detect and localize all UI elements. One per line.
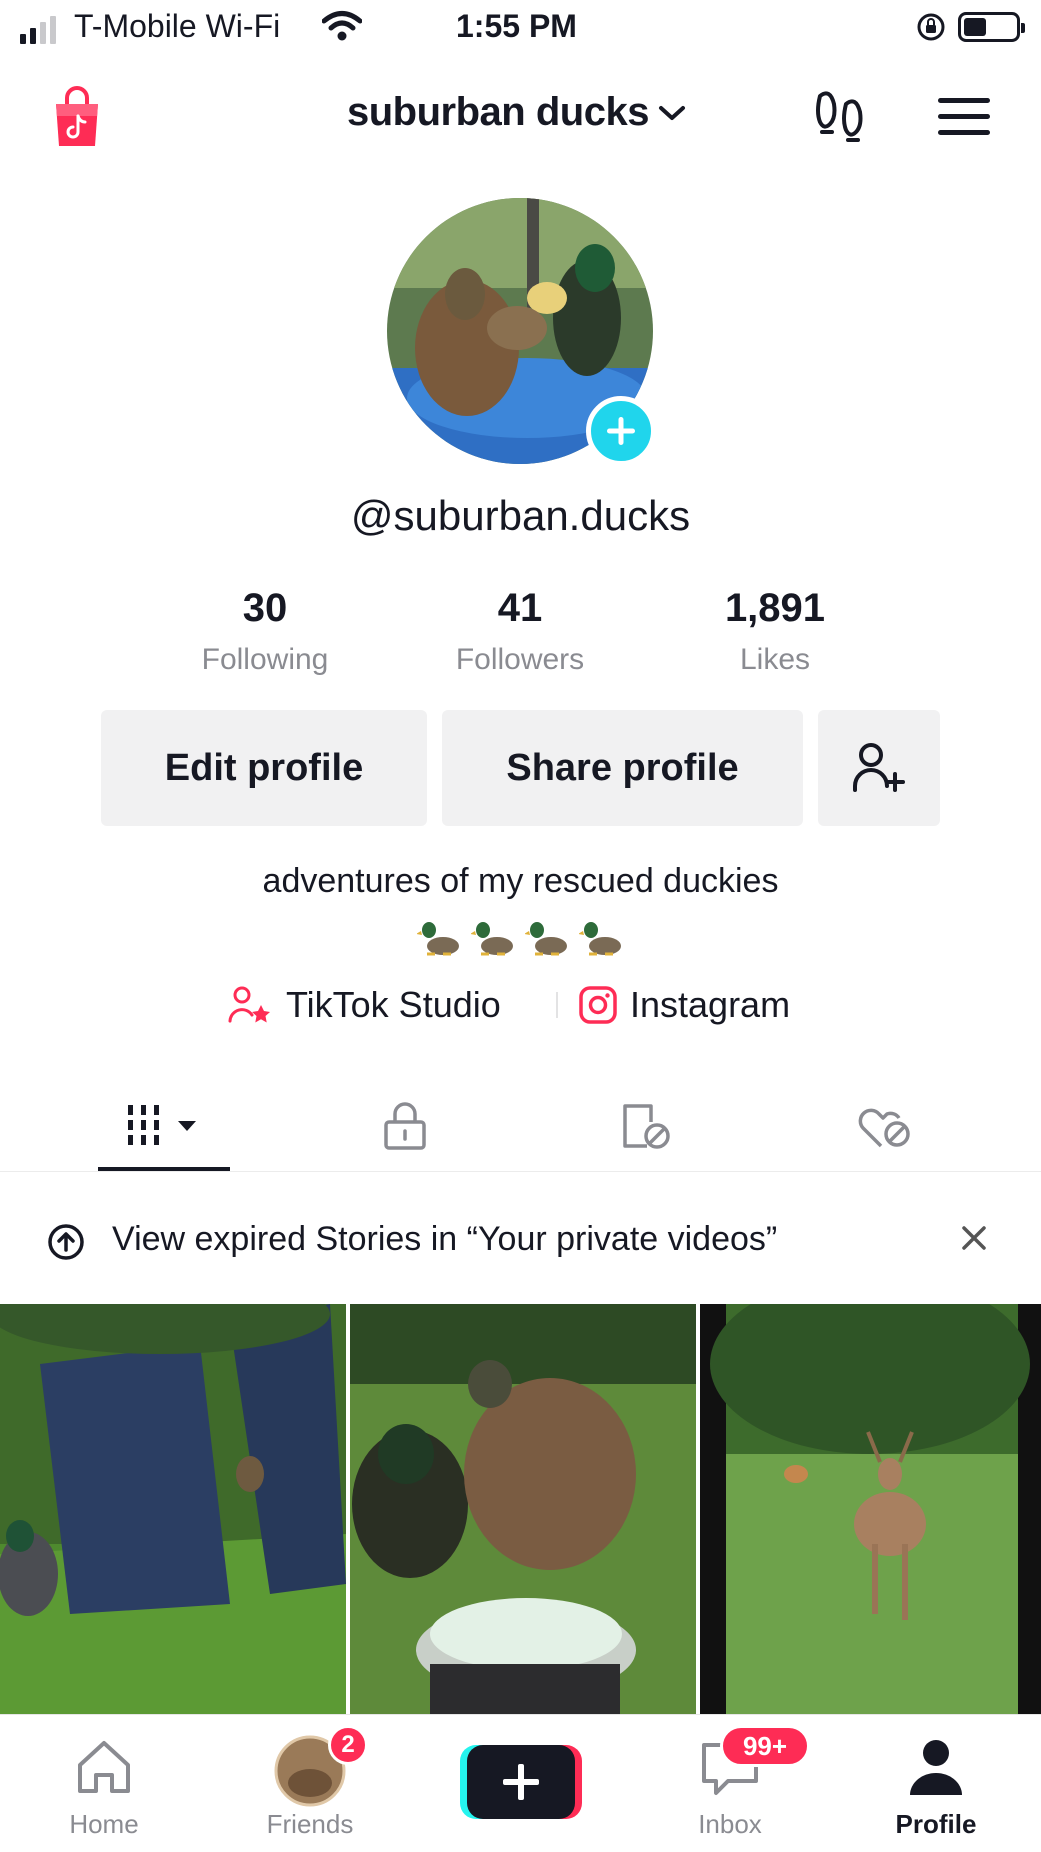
- friends-badge: 2: [328, 1725, 368, 1765]
- duck-emoji-row: [0, 918, 1041, 958]
- followers-label: Followers: [455, 643, 585, 676]
- tab-profile[interactable]: Profile: [856, 1715, 1016, 1852]
- plus-icon: [607, 417, 635, 445]
- link-divider: [556, 992, 558, 1018]
- liked-heart-icon: [858, 1108, 910, 1148]
- tab-liked[interactable]: [840, 1080, 930, 1172]
- expired-stories-notice[interactable]: View expired Stories in “Your private vi…: [0, 1200, 1041, 1280]
- profile-person-icon: [910, 1740, 962, 1795]
- likes-count: 1,891: [724, 586, 826, 630]
- following-label: Following: [201, 643, 329, 676]
- tab-home[interactable]: Home: [24, 1715, 184, 1852]
- stat-followers[interactable]: 41 Followers: [410, 586, 630, 677]
- followers-count: 41: [497, 586, 543, 630]
- caret-down-icon: [178, 1121, 196, 1131]
- add-friend-button[interactable]: [818, 710, 940, 826]
- tiktok-studio-link[interactable]: TikTok Studio: [228, 984, 501, 1026]
- following-count: 30: [242, 586, 288, 630]
- profile-header: suburban ducks: [0, 80, 1041, 150]
- active-tab-indicator: [98, 1167, 230, 1171]
- menu-icon[interactable]: [936, 96, 992, 138]
- creator-person-icon: [228, 986, 270, 1023]
- account-name: suburban ducks: [347, 90, 649, 134]
- footprints-icon[interactable]: [812, 88, 868, 144]
- edit-profile-label: Edit profile: [164, 746, 364, 789]
- video-thumbnail[interactable]: [700, 1304, 1041, 1714]
- profile-links: TikTok Studio Instagram: [0, 980, 1041, 1030]
- clock-time: 1:55 PM: [456, 8, 577, 44]
- share-profile-label: Share profile: [506, 746, 739, 789]
- tab-profile-label: Profile: [895, 1809, 977, 1839]
- rotation-lock-icon: [917, 13, 945, 41]
- duck-emoji-icon: [416, 922, 459, 956]
- profile-bio: adventures of my rescued duckies: [262, 862, 779, 900]
- duck-emoji-icon: [470, 922, 513, 956]
- duck-emoji-icon: [524, 922, 567, 956]
- status-bar: T-Mobile Wi-Fi 1:55 PM: [0, 0, 1041, 56]
- tab-inbox[interactable]: 99+ Inbox: [650, 1715, 810, 1852]
- tab-inbox-label: Inbox: [698, 1809, 762, 1839]
- video-thumbnail[interactable]: [0, 1304, 346, 1714]
- tab-home-label: Home: [69, 1809, 139, 1839]
- wifi-icon: [322, 11, 362, 41]
- lock-icon: [384, 1102, 426, 1150]
- create-plus-icon: [460, 1745, 582, 1819]
- shop-bag-icon[interactable]: [52, 86, 102, 150]
- tab-friends[interactable]: 2 Friends: [230, 1715, 390, 1852]
- content-tabs: [0, 1080, 1041, 1172]
- inbox-badge: 99+: [720, 1725, 810, 1767]
- home-icon: [78, 1741, 130, 1793]
- repost-icon: [623, 1104, 670, 1149]
- notice-text: View expired Stories in “Your private vi…: [112, 1220, 778, 1258]
- stat-likes[interactable]: 1,891 Likes: [665, 586, 885, 677]
- add-story-button[interactable]: [586, 396, 656, 466]
- edit-profile-button[interactable]: Edit profile: [101, 710, 427, 826]
- tab-videos[interactable]: [98, 1080, 230, 1172]
- profile-stats: 30 Following 41 Followers 1,891 Likes: [0, 586, 1041, 686]
- tab-friends-label: Friends: [266, 1809, 354, 1839]
- instagram-link[interactable]: Instagram: [578, 984, 790, 1026]
- upload-circle-icon: [48, 1224, 84, 1260]
- tiktok-studio-label: TikTok Studio: [286, 984, 501, 1025]
- stat-following[interactable]: 30 Following: [155, 586, 375, 677]
- instagram-label: Instagram: [630, 984, 791, 1025]
- cellular-signal-icon: [20, 16, 56, 44]
- duck-emoji-icon: [578, 922, 621, 956]
- battery-icon: [958, 12, 1025, 42]
- share-profile-button[interactable]: Share profile: [442, 710, 803, 826]
- profile-actions: Edit profile Share profile: [0, 710, 1041, 826]
- tab-private[interactable]: [360, 1080, 450, 1172]
- profile-username: @suburban.ducks: [350, 492, 691, 539]
- tab-reposts[interactable]: [600, 1080, 690, 1172]
- close-icon[interactable]: [958, 1222, 990, 1254]
- instagram-icon: [579, 986, 617, 1024]
- video-thumbnail[interactable]: [350, 1304, 696, 1714]
- likes-label: Likes: [739, 643, 811, 676]
- create-button[interactable]: [460, 1745, 582, 1819]
- video-grid: [0, 1304, 1041, 1714]
- bottom-tab-bar: Home 2 Friends 99+ Inbox Profile: [0, 1714, 1041, 1852]
- grid-icon: [128, 1105, 196, 1145]
- add-person-icon: [853, 743, 905, 792]
- chevron-down-icon: [658, 105, 685, 120]
- carrier-label: T-Mobile Wi-Fi: [74, 8, 281, 44]
- account-switcher[interactable]: suburban ducks: [347, 90, 687, 135]
